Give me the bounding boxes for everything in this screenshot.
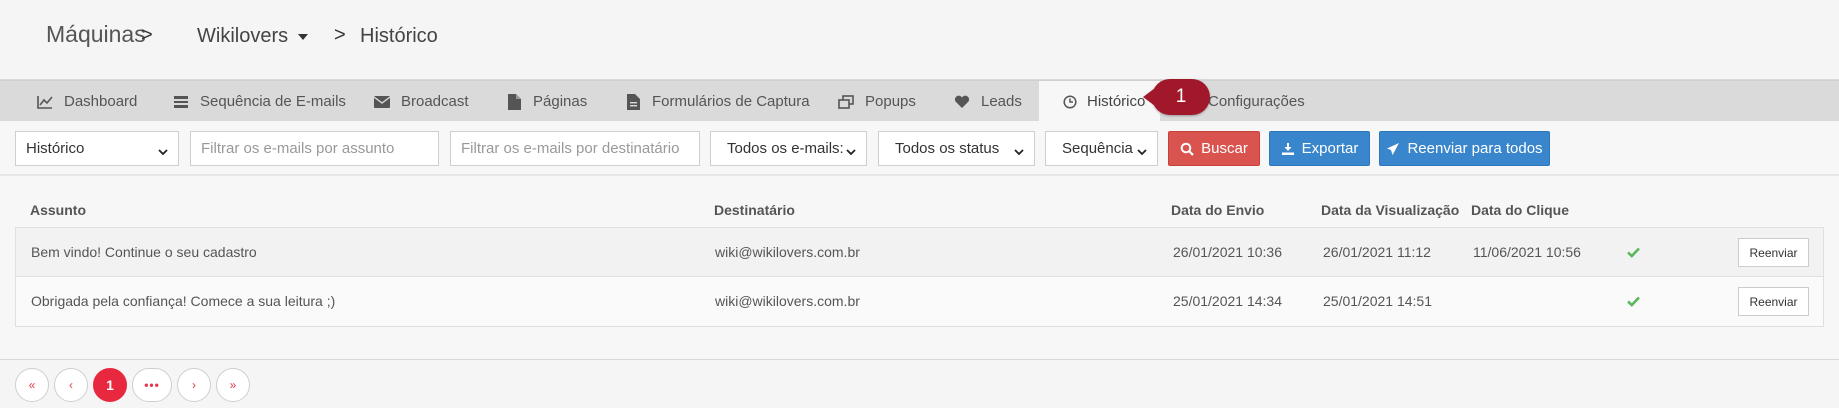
recipient-filter-input[interactable]: Filtrar os e-mails por destinatário bbox=[450, 131, 700, 166]
breadcrumb-current: Histórico bbox=[360, 25, 438, 47]
tab-settings[interactable]: Configurações bbox=[1208, 81, 1305, 122]
paper-plane-icon bbox=[1386, 142, 1400, 156]
history-type-select[interactable]: Histórico bbox=[15, 131, 179, 166]
callout-number: 1 bbox=[1175, 86, 1187, 107]
tab-label: Sequência de E-mails bbox=[200, 93, 346, 110]
window-restore-icon bbox=[837, 94, 855, 110]
file-text-icon bbox=[624, 93, 642, 110]
next-page-button[interactable]: › bbox=[177, 368, 211, 402]
step-callout-badge: 1 bbox=[1143, 79, 1210, 115]
subject-filter-input[interactable]: Filtrar os e-mails por assunto bbox=[190, 131, 439, 166]
tab-pages[interactable]: Páginas bbox=[505, 81, 587, 122]
tab-label: Popups bbox=[865, 93, 916, 110]
breadcrumb-separator: > bbox=[141, 24, 153, 46]
viewed-date-cell: 25/01/2021 14:51 bbox=[1323, 293, 1432, 309]
viewed-date-cell: 26/01/2021 11:12 bbox=[1323, 244, 1431, 260]
button-label: Reenviar para todos bbox=[1407, 140, 1543, 157]
column-header-click-date: Data do Clique bbox=[1471, 202, 1570, 218]
tab-capture-forms[interactable]: Formulários de Captura bbox=[624, 81, 810, 122]
recipient-cell: wiki@wikilovers.com.br bbox=[715, 244, 860, 260]
tab-label: Histórico bbox=[1087, 93, 1146, 110]
chevron-down-icon[interactable] bbox=[298, 34, 308, 40]
tab-email-sequence[interactable]: Sequência de E-mails bbox=[172, 81, 346, 122]
subject-cell: Obrigada pela confiança! Comece a sua le… bbox=[31, 293, 336, 309]
page-1-button[interactable]: 1 bbox=[93, 368, 127, 402]
tab-history[interactable]: Histórico bbox=[1039, 81, 1160, 122]
tab-label: Broadcast bbox=[401, 93, 469, 110]
first-page-button[interactable]: « bbox=[15, 368, 49, 402]
column-header-sent-date: Data do Envio bbox=[1171, 202, 1265, 218]
tab-broadcast[interactable]: Broadcast bbox=[373, 81, 469, 122]
column-header-viewed-date: Data da Visualização bbox=[1321, 202, 1460, 218]
resend-button[interactable]: Reenviar bbox=[1738, 287, 1809, 316]
chevron-down-icon bbox=[158, 144, 168, 155]
breadcrumb-root[interactable]: Máquinas bbox=[46, 21, 146, 48]
button-label: Buscar bbox=[1201, 140, 1248, 157]
tab-label: Formulários de Captura bbox=[652, 93, 810, 110]
sent-date-cell: 26/01/2021 10:36 bbox=[1173, 244, 1282, 260]
search-icon bbox=[1180, 142, 1194, 156]
column-header-subject: Assunto bbox=[30, 202, 86, 218]
resend-button[interactable]: Reenviar bbox=[1738, 238, 1809, 267]
envelope-icon bbox=[373, 94, 391, 110]
line-chart-icon bbox=[36, 94, 54, 110]
download-icon bbox=[1281, 142, 1295, 156]
resend-all-button[interactable]: Reenviar para todos bbox=[1379, 131, 1550, 166]
search-button[interactable]: Buscar bbox=[1168, 131, 1260, 166]
last-page-button[interactable]: » bbox=[216, 368, 250, 402]
export-button[interactable]: Exportar bbox=[1269, 131, 1370, 166]
select-value: Todos os status bbox=[895, 140, 1000, 157]
prev-page-button[interactable]: ‹ bbox=[54, 368, 88, 402]
emails-select[interactable]: Todos os e-mails: bbox=[710, 131, 867, 166]
select-value: Histórico bbox=[26, 140, 85, 157]
table-row: Bem vindo! Continue o seu cadastro wiki@… bbox=[15, 227, 1824, 277]
table-row: Obrigada pela confiança! Comece a sua le… bbox=[15, 277, 1824, 327]
chevron-down-icon bbox=[1014, 144, 1024, 155]
chevron-down-icon bbox=[1137, 144, 1147, 155]
list-icon bbox=[172, 94, 190, 110]
input-placeholder: Filtrar os e-mails por assunto bbox=[201, 140, 395, 157]
tab-label: Dashboard bbox=[64, 93, 138, 110]
column-header-recipient: Destinatário bbox=[714, 202, 795, 218]
input-placeholder: Filtrar os e-mails por destinatário bbox=[461, 140, 680, 157]
sent-date-cell: 25/01/2021 14:34 bbox=[1173, 293, 1282, 309]
button-label: Exportar bbox=[1301, 140, 1359, 157]
breadcrumb-separator: > bbox=[334, 24, 346, 46]
sequence-select[interactable]: Sequência bbox=[1045, 131, 1158, 166]
check-icon bbox=[1627, 245, 1640, 263]
tab-bar: Dashboard Sequência de E-mails Broadcast… bbox=[0, 80, 1839, 122]
tab-popups[interactable]: Popups bbox=[837, 81, 916, 122]
tab-label: Configurações bbox=[1208, 93, 1305, 110]
check-icon bbox=[1627, 294, 1640, 312]
tab-label: Leads bbox=[981, 93, 1022, 110]
heart-icon bbox=[953, 94, 971, 110]
chevron-down-icon bbox=[846, 144, 856, 155]
subject-cell: Bem vindo! Continue o seu cadastro bbox=[31, 244, 257, 260]
select-value: Todos os e-mails: bbox=[727, 140, 844, 157]
tab-dashboard[interactable]: Dashboard bbox=[36, 81, 137, 122]
select-value: Sequência bbox=[1062, 140, 1133, 157]
click-date-cell: 11/06/2021 10:56 bbox=[1473, 244, 1581, 260]
breadcrumb-machine[interactable]: Wikilovers bbox=[197, 25, 288, 48]
clock-icon bbox=[1061, 94, 1079, 110]
page-header: Máquinas > Wikilovers > Histórico bbox=[0, 0, 1839, 80]
file-icon bbox=[505, 93, 523, 110]
recipient-cell: wiki@wikilovers.com.br bbox=[715, 293, 860, 309]
tab-label: Páginas bbox=[533, 93, 588, 110]
status-select[interactable]: Todos os status bbox=[878, 131, 1035, 166]
more-pages-button[interactable]: ••• bbox=[132, 368, 172, 402]
history-table: Assunto Destinatário Data do Envio Data … bbox=[0, 176, 1839, 360]
tab-leads[interactable]: Leads bbox=[953, 81, 1022, 122]
filter-bar: Histórico Filtrar os e-mails por assunto… bbox=[0, 121, 1839, 176]
